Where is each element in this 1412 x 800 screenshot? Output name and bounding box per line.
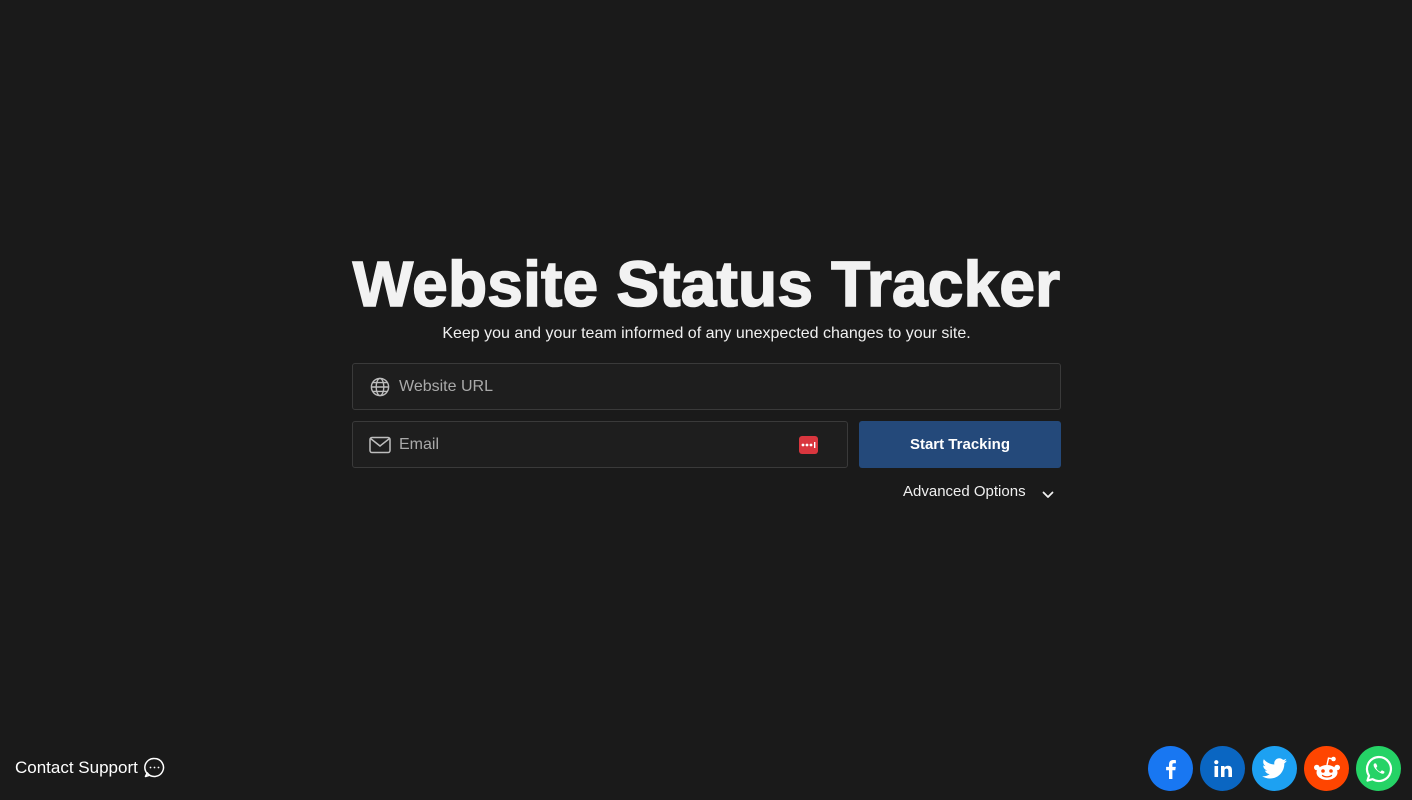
- website-url-field: [352, 363, 1061, 410]
- whatsapp-share-button[interactable]: [1356, 746, 1401, 791]
- linkedin-icon: [1213, 759, 1232, 777]
- facebook-icon: [1165, 759, 1176, 779]
- website-url-input[interactable]: [399, 364, 1060, 409]
- reddit-share-button[interactable]: [1304, 746, 1349, 791]
- twitter-icon: [1261, 757, 1287, 779]
- email-field: [352, 421, 848, 468]
- linkedin-share-button[interactable]: [1200, 746, 1245, 791]
- facebook-share-button[interactable]: [1148, 746, 1193, 791]
- contact-support-link[interactable]: Contact Support: [15, 757, 165, 778]
- social-share-bar: [1148, 746, 1401, 791]
- contact-support-label: Contact Support: [15, 757, 138, 777]
- chat-bubble-icon: [143, 757, 165, 778]
- start-tracking-button[interactable]: Start Tracking: [859, 421, 1061, 468]
- whatsapp-icon: [1365, 755, 1392, 782]
- twitter-share-button[interactable]: [1252, 746, 1297, 791]
- page-subtitle: Keep you and your team informed of any u…: [442, 325, 971, 342]
- page: Website Status Tracker Keep you and your…: [0, 0, 1412, 800]
- reddit-icon: [1313, 756, 1340, 780]
- globe-icon: [369, 376, 391, 398]
- advanced-options-label: Advanced Options: [903, 483, 1026, 500]
- advanced-options-toggle[interactable]: Advanced Options: [903, 483, 1054, 500]
- password-manager-icon[interactable]: [799, 435, 818, 454]
- hero: Website Status Tracker Keep you and your…: [352, 247, 1061, 344]
- page-title: Website Status Tracker: [352, 247, 1061, 321]
- mail-icon: [369, 434, 391, 456]
- chevron-down-icon: [1042, 491, 1054, 499]
- email-input[interactable]: [399, 422, 799, 467]
